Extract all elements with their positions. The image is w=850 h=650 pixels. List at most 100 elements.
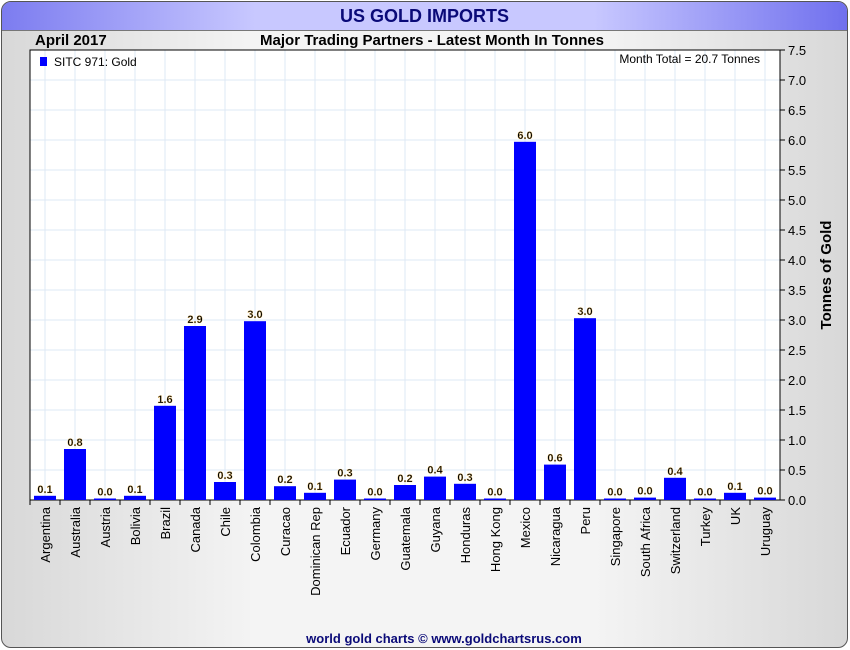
- bar-singapore: [604, 498, 626, 500]
- y-tick-label: 2.5: [788, 343, 806, 358]
- bar-chile: [214, 482, 236, 500]
- bar-mexico: [514, 141, 536, 501]
- x-tick-label: Uruguay: [758, 507, 773, 557]
- data-label: 0.4: [667, 466, 683, 478]
- data-label: 0.0: [367, 487, 382, 499]
- bar-bolivia: [124, 495, 146, 500]
- footer-credit: world gold charts © www.goldchartsrus.co…: [305, 631, 582, 646]
- bar-argentina: [34, 495, 56, 500]
- y-tick-label: 0.5: [788, 463, 806, 478]
- data-label: 3.0: [577, 306, 592, 318]
- y-tick-label: 4.0: [788, 253, 806, 268]
- x-tick-label: Honduras: [458, 507, 473, 564]
- x-tick-label: Hong Kong: [488, 507, 503, 572]
- x-tick-label: Austria: [98, 506, 113, 547]
- data-label: 0.1: [727, 481, 742, 493]
- data-label: 0.3: [457, 472, 472, 484]
- x-tick-label: Colombia: [248, 506, 263, 562]
- bar-uruguay: [754, 497, 776, 500]
- y-tick-label: 3.0: [788, 313, 806, 328]
- y-tick-label: 4.5: [788, 223, 806, 238]
- data-label: 1.6: [157, 394, 172, 406]
- bar-austria: [94, 498, 116, 500]
- legend-swatch: [40, 57, 47, 66]
- x-tick-label: Mexico: [518, 507, 533, 548]
- data-label: 0.0: [697, 487, 712, 499]
- chart-title: Major Trading Partners - Latest Month In…: [260, 32, 604, 49]
- y-tick-label: 5.5: [788, 163, 806, 178]
- y-tick-label: 6.0: [788, 133, 806, 148]
- data-label: 0.1: [127, 484, 142, 496]
- data-label: 0.1: [307, 481, 322, 493]
- data-label: 0.8: [67, 437, 82, 449]
- x-tick-label: UK: [728, 507, 743, 525]
- bar-ecuador: [334, 479, 356, 500]
- data-label: 0.2: [277, 474, 292, 486]
- y-tick-label: 7.0: [788, 73, 806, 88]
- x-tick-label: Nicaragua: [548, 506, 563, 566]
- x-tick-label: Chile: [218, 507, 233, 537]
- data-label: 0.0: [487, 487, 502, 499]
- x-tick-label: Bolivia: [128, 506, 143, 545]
- x-tick-label: Brazil: [158, 507, 173, 540]
- data-label: 0.0: [97, 487, 112, 499]
- x-tick-label: Switzerland: [668, 507, 683, 574]
- bar-nicaragua: [544, 464, 566, 500]
- x-axis: Argentina Australia Austria Bolivia Brazil Ca…: [29, 500, 773, 596]
- y-tick-label: 5.0: [788, 193, 806, 208]
- data-label: 6.0: [517, 130, 532, 142]
- bar-guatemala: [394, 485, 416, 500]
- data-label: 0.0: [607, 487, 622, 499]
- y-tick-label: 1.5: [788, 403, 806, 418]
- grid: [30, 49, 780, 501]
- bar-turkey: [694, 498, 716, 500]
- y-tick-label: 1.0: [788, 433, 806, 448]
- chart-period: April 2017: [35, 32, 107, 49]
- bar-south-africa: [634, 497, 656, 500]
- bar-dominican-rep: [304, 492, 326, 500]
- x-tick-label: Singapore: [608, 507, 623, 566]
- data-label: 0.0: [757, 486, 772, 498]
- x-tick-label: Ecuador: [338, 506, 353, 555]
- bar-chart: 0.1 0.8 0.0 0.1 1.6 2.9 0.3 3.0 0.2 0.1 0.3 0.0 0.2 0…: [29, 32, 835, 646]
- x-tick-label: Dominican Rep: [308, 507, 323, 596]
- y-tick-label: 3.5: [788, 283, 806, 298]
- x-tick-label: Turkey: [698, 507, 713, 547]
- data-label: 2.9: [187, 314, 202, 326]
- bar-hong-kong: [484, 498, 506, 500]
- y-tick-label: 0.0: [788, 493, 806, 508]
- y-axis: 0.0 0.5 1.0 1.5 2.0 2.5 3.0 3.5 4.0 4.5 5.0 5.5 6.0 6…: [779, 43, 806, 508]
- data-label: 3.0: [247, 309, 262, 321]
- data-label: 0.6: [547, 453, 562, 465]
- bar-colombia: [244, 321, 266, 500]
- y-tick-label: 2.0: [788, 373, 806, 388]
- x-tick-label: Curacao: [278, 507, 293, 556]
- month-total-annotation: Month Total = 20.7 Tonnes: [619, 52, 760, 66]
- bar-canada: [184, 326, 206, 500]
- bar-curacao: [274, 486, 296, 500]
- bar-brazil: [154, 405, 176, 500]
- bar-australia: [64, 449, 86, 500]
- data-label: 0.4: [427, 465, 443, 477]
- x-tick-label: Germany: [368, 507, 383, 561]
- bar-peru: [574, 318, 596, 500]
- data-label: 0.3: [337, 468, 352, 480]
- x-tick-label: Guatemala: [398, 506, 413, 570]
- x-tick-label: Peru: [578, 507, 593, 534]
- y-tick-label: 6.5: [788, 103, 806, 118]
- data-label: 0.3: [217, 470, 232, 482]
- x-tick-label: Argentina: [38, 506, 53, 562]
- data-label: 0.2: [397, 473, 412, 485]
- bar-germany: [364, 498, 386, 500]
- data-label: 0.1: [37, 484, 52, 496]
- x-tick-label: South Africa: [638, 506, 653, 577]
- bar-switzerland: [664, 477, 686, 500]
- x-tick-label: Canada: [188, 506, 203, 552]
- x-tick-label: Guyana: [428, 506, 443, 552]
- data-label: 0.0: [637, 486, 652, 498]
- bar-guyana: [424, 476, 446, 500]
- bar-honduras: [454, 483, 476, 500]
- bar-uk: [724, 492, 746, 500]
- y-axis-title: Tonnes of Gold: [818, 221, 835, 330]
- legend-label: SITC 971: Gold: [54, 55, 137, 69]
